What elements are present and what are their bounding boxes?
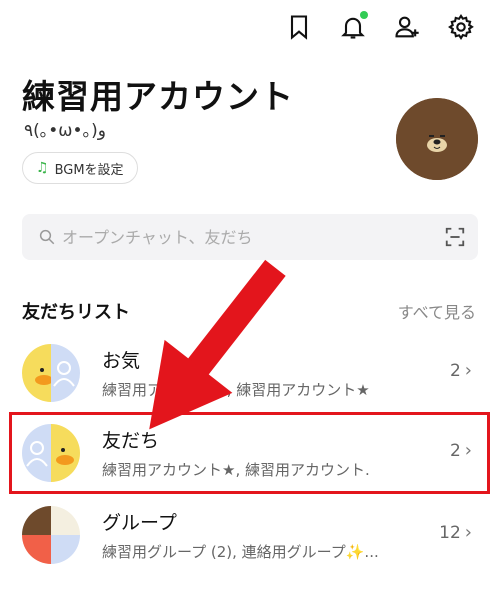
search-input[interactable] xyxy=(62,227,444,247)
row-subtitle: 練習用アカウント., 練習用アカウント★ xyxy=(102,381,370,399)
music-note-icon: ♫ xyxy=(36,160,49,176)
list-item-favorites[interactable]: お気 練習用アカウント., 練習用アカウント★ 2 › xyxy=(0,332,500,414)
chevron-right-icon: › xyxy=(464,522,472,543)
row-count: 2 › xyxy=(450,360,472,381)
bear-icon xyxy=(22,506,51,535)
duck-icon xyxy=(22,344,53,402)
row-title: お気 xyxy=(102,350,141,372)
search-bar[interactable] xyxy=(22,214,478,260)
row-subtitle: 練習用グループ (2), 連絡用グループ✨... xyxy=(102,543,379,561)
gear-icon[interactable] xyxy=(444,10,478,44)
default-user-icon xyxy=(51,344,80,402)
bookmark-icon[interactable] xyxy=(282,10,316,44)
avatar[interactable] xyxy=(396,98,478,180)
search-icon xyxy=(39,229,55,245)
groups-avatar xyxy=(22,506,80,564)
top-bar xyxy=(282,10,478,44)
default-user-icon xyxy=(51,535,80,564)
qr-scan-icon[interactable] xyxy=(444,226,466,248)
bell-icon[interactable] xyxy=(336,10,370,44)
chevron-right-icon: › xyxy=(464,360,472,381)
count-value: 12 xyxy=(439,522,461,543)
bgm-label: BGMを設定 xyxy=(54,162,124,178)
profile-name[interactable]: 練習用アカウント xyxy=(22,70,294,118)
bear-face-icon xyxy=(396,98,478,180)
count-value: 2 xyxy=(449,360,461,381)
highlight-box xyxy=(9,412,490,494)
favorites-avatar xyxy=(22,344,80,402)
friends-list-title: 友だちリスト xyxy=(22,302,130,323)
add-friend-icon[interactable] xyxy=(390,10,424,44)
red-avatar-icon xyxy=(22,535,51,564)
row-count: 12 › xyxy=(439,522,472,543)
list-item-groups[interactable]: グループ 練習用グループ (2), 連絡用グループ✨... 12 › xyxy=(0,494,500,576)
profile-status-message[interactable]: ٩(｡•ω•｡)و xyxy=(24,116,106,141)
sticker-icon xyxy=(51,506,80,535)
see-all-link[interactable]: すべて見る xyxy=(398,299,476,323)
notification-dot xyxy=(360,11,368,19)
bgm-button[interactable]: ♫ BGMを設定 xyxy=(22,152,138,184)
